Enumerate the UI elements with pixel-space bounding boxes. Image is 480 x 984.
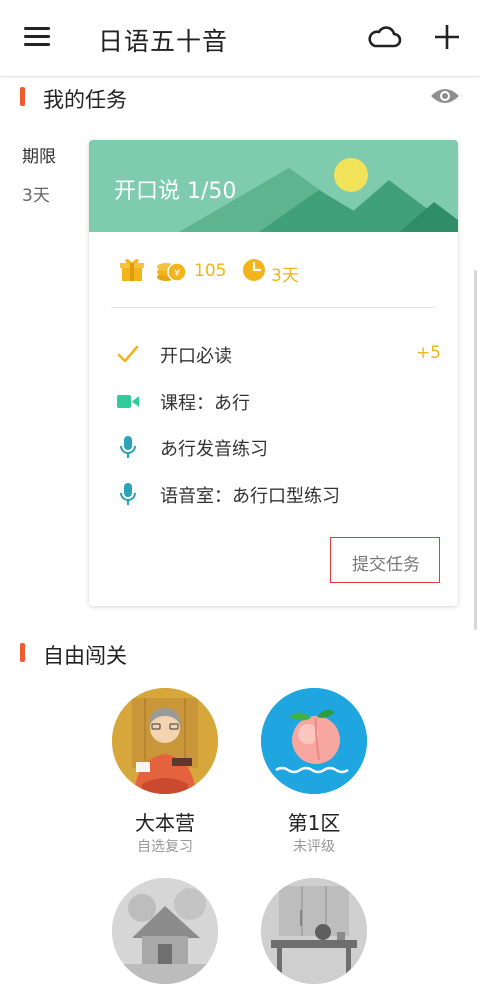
- section-accent-bar: [20, 87, 25, 106]
- cloud-icon[interactable]: [366, 22, 402, 52]
- task-item-label: 语音室：あ行口型练习: [160, 486, 340, 507]
- section-accent-bar: [20, 643, 25, 662]
- clock-icon: [243, 259, 265, 281]
- task-stats-row: ¥ 105 3天: [119, 257, 439, 286]
- submit-task-label: 提交任务: [352, 555, 420, 575]
- level-name: 大本营: [135, 811, 195, 835]
- task-item-label: 课程：あ行: [160, 393, 250, 414]
- task-item-voice-room[interactable]: 语音室：あ行口型练习: [111, 478, 441, 510]
- check-icon: [117, 345, 139, 363]
- days-value: 3天: [271, 266, 299, 286]
- card-divider: [111, 307, 435, 308]
- deadline-label: 期限: [22, 147, 56, 167]
- tea-room-illustration: [261, 878, 367, 984]
- task-bonus-points: +5: [415, 343, 441, 363]
- plus-icon[interactable]: [432, 22, 462, 52]
- house-illustration: [112, 878, 218, 984]
- card-banner: 开口说 1/50: [89, 140, 458, 232]
- top-app-bar: 日语五十音: [0, 0, 480, 77]
- task-card: 开口说 1/50 ¥ 105 3天 开口必读 +5 课程：あ行 あ行发音练习 语…: [89, 140, 458, 606]
- coins-icon: ¥: [157, 262, 187, 282]
- gift-icon: [120, 259, 144, 281]
- microphone-icon: [120, 436, 136, 458]
- level-base-camp-avatar[interactable]: [112, 688, 218, 794]
- my-tasks-title: 我的任务: [43, 88, 127, 112]
- eye-icon[interactable]: [430, 86, 460, 106]
- microphone-icon: [120, 483, 136, 505]
- task-item-label: あ行发音练习: [160, 439, 268, 460]
- video-icon: [117, 395, 139, 408]
- deadline-value: 3天: [22, 186, 50, 206]
- level-status: 未评级: [293, 839, 335, 855]
- task-item-pronunciation-practice[interactable]: あ行发音练习: [111, 431, 441, 463]
- level-locked-avatar[interactable]: [112, 878, 218, 984]
- svg-text:¥: ¥: [174, 268, 180, 279]
- hamburger-menu-icon[interactable]: [24, 27, 50, 47]
- level-zone1-avatar[interactable]: [261, 688, 367, 794]
- card-title: 开口说 1/50: [114, 179, 237, 204]
- free-levels-title: 自由闯关: [43, 644, 127, 668]
- task-item-read-aloud[interactable]: 开口必读 +5: [111, 338, 441, 370]
- task-item-course[interactable]: 课程：あ行: [111, 385, 441, 417]
- submit-task-button[interactable]: 提交任务: [330, 537, 440, 583]
- elder-illustration: [112, 688, 218, 794]
- peach-icon: [261, 688, 367, 794]
- task-item-label: 开口必读: [160, 346, 232, 367]
- scrollbar[interactable]: [474, 270, 477, 630]
- level-locked-avatar[interactable]: [261, 878, 367, 984]
- level-name: 第1区: [287, 811, 341, 835]
- level-status: 自选复习: [137, 839, 193, 855]
- coins-value: 105: [194, 261, 227, 281]
- app-title: 日语五十音: [98, 27, 229, 56]
